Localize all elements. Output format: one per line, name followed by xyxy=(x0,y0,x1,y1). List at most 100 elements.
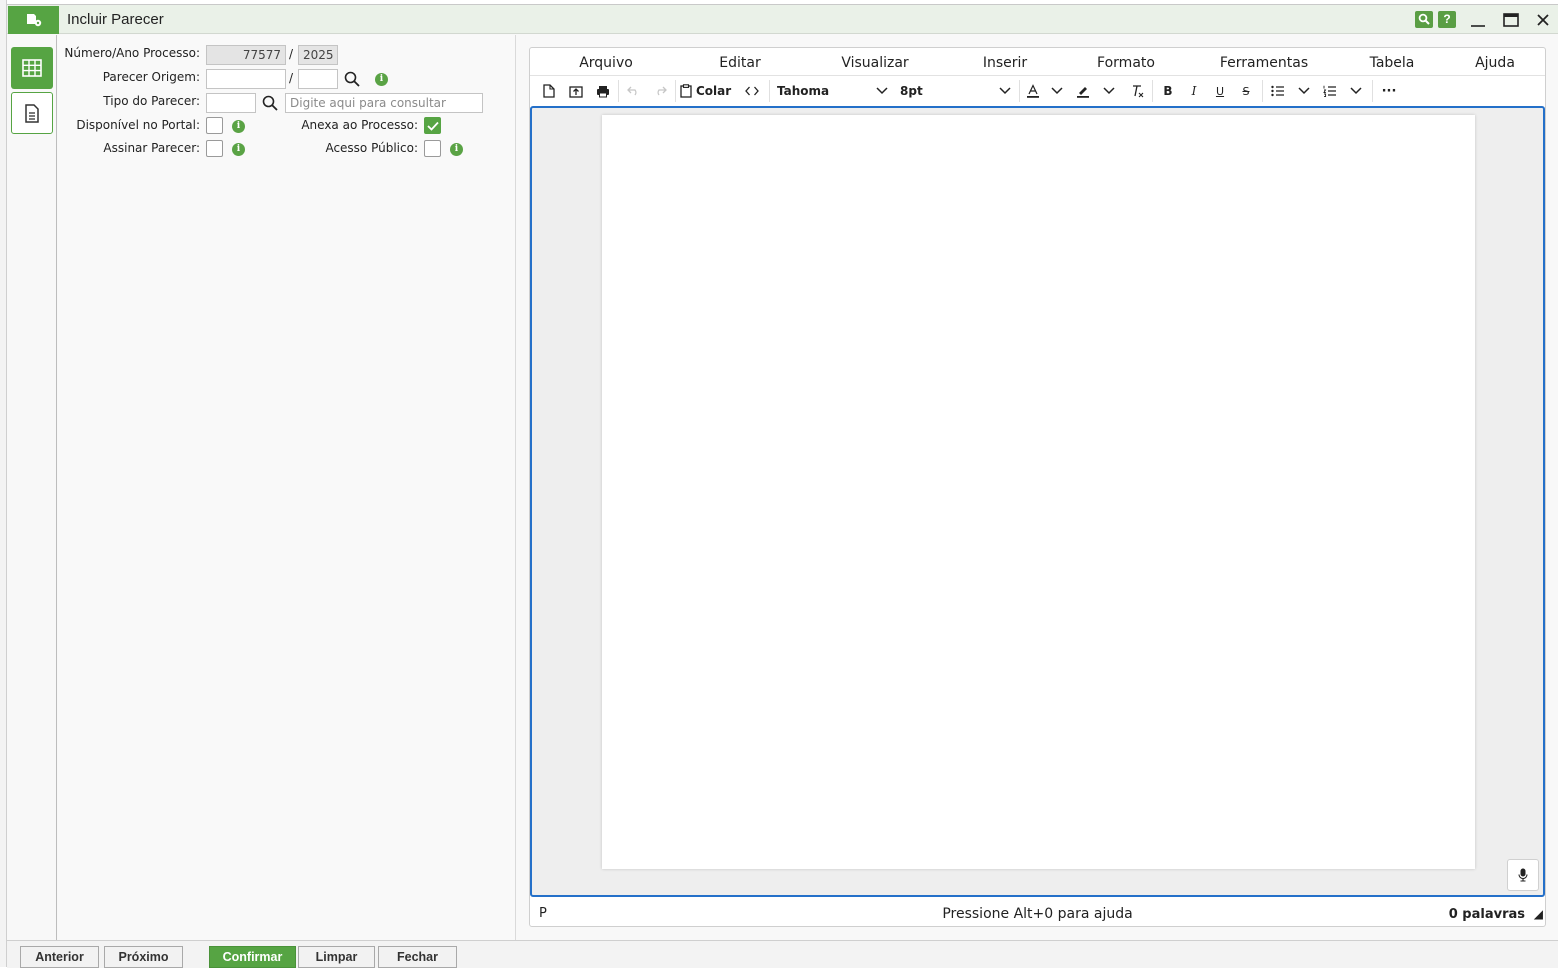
resize-handle-icon[interactable]: ◢ xyxy=(1534,907,1543,921)
paste-button[interactable]: Colar xyxy=(680,80,736,102)
toolbar-separator xyxy=(675,80,676,102)
disponivel-portal-checkbox[interactable] xyxy=(206,117,223,134)
acesso-publico-info-icon[interactable]: i xyxy=(450,143,463,156)
proximo-button[interactable]: Próximo xyxy=(104,946,183,968)
chevron-down-icon xyxy=(1298,87,1310,95)
separator-slash: / xyxy=(289,71,294,85)
parecer-origem-search-button[interactable] xyxy=(339,69,365,89)
help-hint: Pressione Alt+0 para ajuda xyxy=(942,906,1133,922)
word-count[interactable]: 0 palavras xyxy=(1449,907,1525,922)
numbered-list-dropdown[interactable] xyxy=(1345,80,1367,102)
menu-ajuda[interactable]: Ajuda xyxy=(1475,55,1515,71)
maximize-button[interactable] xyxy=(1497,8,1525,32)
grid-view-button[interactable] xyxy=(11,47,53,89)
checkmark-icon xyxy=(426,121,439,131)
text-color-button[interactable] xyxy=(1022,80,1044,102)
print-icon xyxy=(597,85,609,97)
parecer-origem-info-icon[interactable]: i xyxy=(375,73,388,86)
menu-editar[interactable]: Editar xyxy=(719,55,760,71)
underline-button[interactable]: U xyxy=(1209,80,1231,102)
tipo-parecer-search-input[interactable]: Digite aqui para consultar xyxy=(285,93,483,113)
text-color-dropdown[interactable] xyxy=(1046,80,1068,102)
element-path[interactable]: P xyxy=(539,906,547,921)
close-icon xyxy=(1537,14,1549,26)
footer-actions: Anterior Próximo Confirmar Limpar Fechar xyxy=(7,940,1558,968)
menu-ferramentas[interactable]: Ferramentas xyxy=(1220,55,1308,71)
highlight-color-dropdown[interactable] xyxy=(1098,80,1120,102)
toolbar-separator xyxy=(1372,80,1373,102)
anexa-processo-label: Anexa ao Processo: xyxy=(301,118,418,132)
toolbar-separator xyxy=(618,80,619,102)
bullet-list-button[interactable] xyxy=(1267,80,1289,102)
tipo-parecer-label: Tipo do Parecer: xyxy=(103,94,200,108)
document-view-button[interactable] xyxy=(11,92,53,134)
clear-formatting-button[interactable] xyxy=(1126,80,1148,102)
new-document-icon xyxy=(543,84,555,98)
menu-visualizar[interactable]: Visualizar xyxy=(841,55,908,71)
titlebar-search-button[interactable] xyxy=(1415,11,1433,28)
parecer-origem-numero-input[interactable] xyxy=(206,69,286,89)
assinar-parecer-info-icon[interactable]: i xyxy=(232,143,245,156)
menu-formato[interactable]: Formato xyxy=(1097,55,1155,71)
undo-button[interactable] xyxy=(622,80,644,102)
toolbar-separator xyxy=(1152,80,1153,102)
parecer-origem-label: Parecer Origem: xyxy=(102,70,200,84)
editor-page[interactable] xyxy=(602,115,1475,869)
editor-menubar: Arquivo Editar Visualizar Inserir Format… xyxy=(530,48,1545,76)
highlighter-icon xyxy=(1077,87,1089,98)
minimize-button[interactable] xyxy=(1464,8,1492,32)
anexa-processo-checkbox[interactable] xyxy=(424,117,441,134)
numbered-list-button[interactable] xyxy=(1319,80,1341,102)
chevron-down-icon xyxy=(1051,87,1063,95)
source-code-button[interactable] xyxy=(741,80,763,102)
acesso-publico-checkbox[interactable] xyxy=(424,140,441,157)
assinar-parecer-label: Assinar Parecer: xyxy=(103,141,200,155)
acesso-publico-label: Acesso Público: xyxy=(325,141,418,155)
open-document-button[interactable] xyxy=(565,80,587,102)
menu-arquivo[interactable]: Arquivo xyxy=(579,55,633,71)
voice-input-button[interactable] xyxy=(1507,859,1539,891)
tipo-parecer-code-input[interactable] xyxy=(206,93,256,113)
search-icon xyxy=(262,95,278,111)
text-color-icon xyxy=(1027,84,1039,98)
anterior-button[interactable]: Anterior xyxy=(20,946,99,968)
new-document-button[interactable] xyxy=(538,80,560,102)
highlight-color-button[interactable] xyxy=(1072,80,1094,102)
title-bar: Incluir Parecer ? xyxy=(7,5,1558,34)
bullet-list-dropdown[interactable] xyxy=(1293,80,1315,102)
italic-button[interactable]: I xyxy=(1183,80,1205,102)
menu-tabela[interactable]: Tabela xyxy=(1370,55,1415,71)
minimize-icon xyxy=(1471,25,1485,27)
assinar-parecer-checkbox[interactable] xyxy=(206,140,223,157)
confirmar-button[interactable]: Confirmar xyxy=(209,946,296,968)
strikethrough-button[interactable]: S xyxy=(1235,80,1257,102)
maximize-icon xyxy=(1503,13,1519,27)
print-button[interactable] xyxy=(592,80,614,102)
italic-icon: I xyxy=(1191,84,1197,98)
help-icon: ? xyxy=(1443,12,1451,26)
tipo-parecer-search-button[interactable] xyxy=(257,93,283,113)
menu-inserir[interactable]: Inserir xyxy=(983,55,1027,71)
side-navigation xyxy=(7,35,57,943)
chevron-down-icon xyxy=(1103,87,1115,95)
redo-button[interactable] xyxy=(649,80,671,102)
clear-formatting-icon xyxy=(1133,85,1144,98)
bold-button[interactable]: B xyxy=(1157,80,1179,102)
app-logo-icon xyxy=(8,6,59,34)
separator-slash: / xyxy=(289,47,294,61)
parecer-origem-ano-input[interactable] xyxy=(298,69,338,89)
strikethrough-icon: S xyxy=(1242,84,1250,98)
paste-label: Colar xyxy=(696,84,732,98)
fechar-button[interactable]: Fechar xyxy=(378,946,457,968)
more-tools-button[interactable]: ··· xyxy=(1377,80,1401,102)
clipboard-icon xyxy=(680,84,692,98)
toolbar-separator xyxy=(1019,80,1020,102)
help-button[interactable]: ? xyxy=(1438,11,1456,28)
close-button[interactable] xyxy=(1529,8,1557,32)
redo-icon xyxy=(656,86,667,96)
editor-content-area[interactable] xyxy=(530,106,1545,897)
code-icon xyxy=(745,86,759,96)
limpar-button[interactable]: Limpar xyxy=(298,946,375,968)
chevron-down-icon xyxy=(1350,87,1362,95)
disponivel-portal-info-icon[interactable]: i xyxy=(232,120,245,133)
